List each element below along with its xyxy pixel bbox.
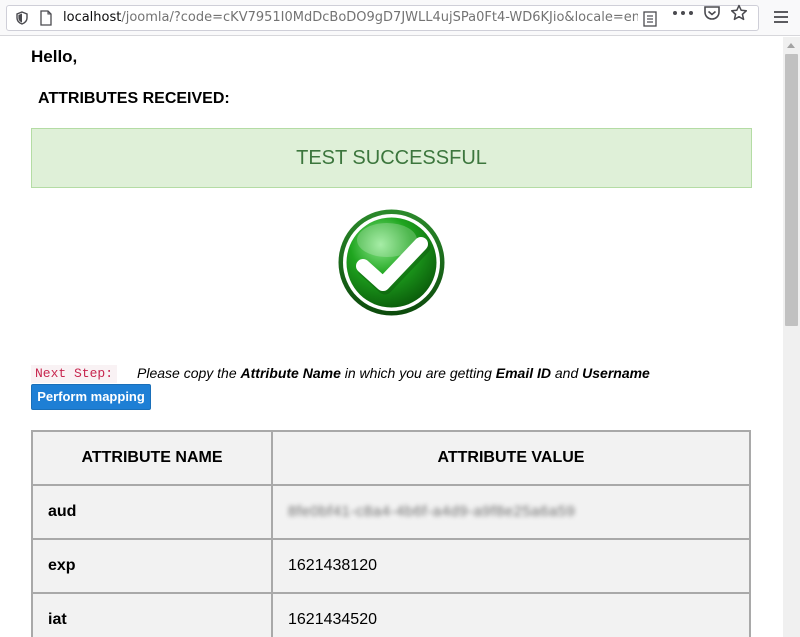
reader-view-icon[interactable] <box>643 11 657 27</box>
instruction-prefix: Please copy the <box>137 365 241 381</box>
instruction-middle: in which you are getting <box>340 365 496 381</box>
address-bar[interactable]: localhost/joomla/?code=cKV7951I0MdDcBoDO… <box>6 5 759 31</box>
success-message: TEST SUCCESSFUL <box>296 147 487 169</box>
greeting: Hello, <box>31 47 78 66</box>
attribute-name-cell: iat <box>31 592 273 637</box>
attribute-name-cell: aud <box>31 484 273 540</box>
page-icon[interactable] <box>39 10 53 26</box>
next-step-label: Next Step: <box>31 365 118 383</box>
instruction-and: and <box>551 365 583 381</box>
table-row: exp 1621438120 <box>31 538 751 594</box>
table-row: aud 8fe0bf41-c8a4-4b6f-a4d9-a9f8e25a6a59 <box>31 484 751 540</box>
scroll-up-arrow-icon[interactable] <box>787 43 795 48</box>
scrollbar-thumb[interactable] <box>785 54 798 326</box>
instruction-username: Username <box>582 365 650 381</box>
attribute-value-cell: 1621434520 <box>271 592 751 637</box>
perform-mapping-button[interactable]: Perform mapping <box>31 384 151 410</box>
column-header-attribute-value: ATTRIBUTE VALUE <box>271 430 751 486</box>
attribute-value-cell: 1621438120 <box>271 538 751 594</box>
table-header-row: ATTRIBUTE NAME ATTRIBUTE VALUE <box>31 430 751 486</box>
page-content: Hello, ATTRIBUTES RECEIVED: TEST SUCCESS… <box>0 37 783 637</box>
table-row: iat 1621434520 <box>31 592 751 637</box>
vertical-scrollbar[interactable] <box>783 37 800 637</box>
instruction-attribute-name: Attribute Name <box>240 365 341 381</box>
attribute-name-cell: exp <box>31 538 273 594</box>
menu-icon[interactable] <box>773 10 789 24</box>
bookmark-star-icon[interactable] <box>730 4 748 22</box>
url-text[interactable]: localhost/joomla/?code=cKV7951I0MdDcBoDO… <box>63 10 638 28</box>
page-actions-icon[interactable] <box>672 10 694 16</box>
attribute-value-cell: 8fe0bf41-c8a4-4b6f-a4d9-a9f8e25a6a59 <box>271 484 751 540</box>
url-host: localhost <box>63 10 122 25</box>
url-path: /joomla/?code=cKV7951I0MdDcBoDO9gD7JWLL4… <box>121 10 638 25</box>
mapping-instruction: Please copy the Attribute Name in which … <box>137 365 650 381</box>
browser-toolbar: localhost/joomla/?code=cKV7951I0MdDcBoDO… <box>0 0 800 36</box>
redacted-value: 8fe0bf41-c8a4-4b6f-a4d9-a9f8e25a6a59 <box>288 503 576 520</box>
instruction-email-id: Email ID <box>495 365 551 381</box>
pocket-icon[interactable] <box>703 4 721 22</box>
column-header-attribute-name: ATTRIBUTE NAME <box>31 430 273 486</box>
shield-icon[interactable] <box>15 11 29 25</box>
success-alert: TEST SUCCESSFUL <box>31 128 752 188</box>
success-checkmark-icon <box>338 209 445 316</box>
attributes-table: ATTRIBUTE NAME ATTRIBUTE VALUE aud 8fe0b… <box>31 430 751 637</box>
attributes-heading: ATTRIBUTES RECEIVED: <box>38 90 230 107</box>
